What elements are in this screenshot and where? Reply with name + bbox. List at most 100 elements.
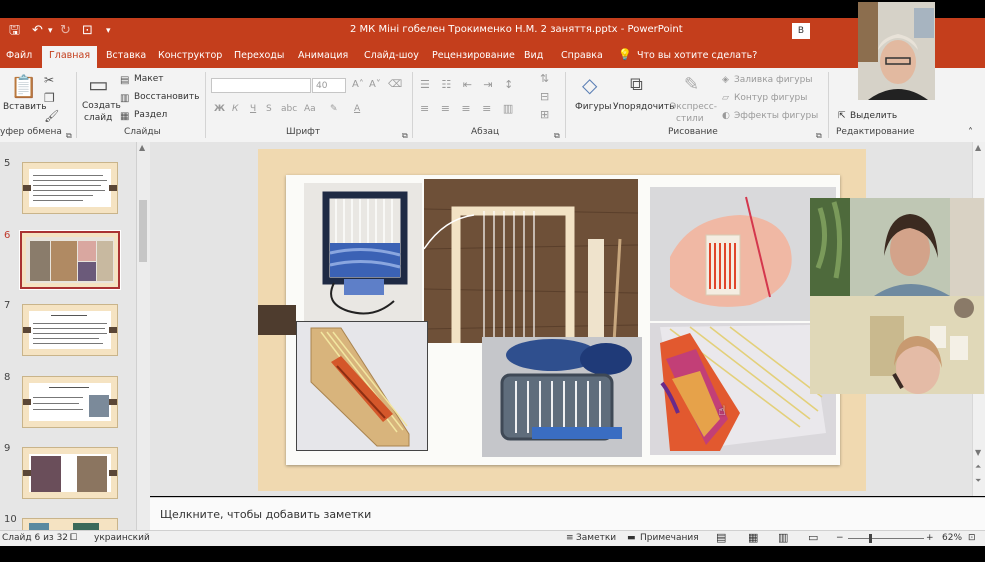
- clear-format-icon[interactable]: ⌫: [388, 79, 402, 90]
- collapse-ribbon-icon[interactable]: ˄: [968, 127, 973, 138]
- reading-view-icon[interactable]: ▥: [778, 531, 788, 544]
- thumbnail-scrollbar[interactable]: ▲: [136, 142, 150, 530]
- notes-toggle-button[interactable]: Заметки: [576, 533, 616, 543]
- window-control-button[interactable]: В: [792, 23, 810, 39]
- quick-styles-icon[interactable]: ✎: [684, 74, 699, 96]
- char-spacing-button[interactable]: abc: [281, 104, 297, 114]
- window-title: 2 МК Міні гобелен Трокименко Н.М. 2 заня…: [350, 24, 683, 35]
- paste-icon[interactable]: 📋: [10, 76, 37, 100]
- redo-icon[interactable]: ↻: [60, 23, 71, 39]
- comments-button[interactable]: Примечания: [640, 533, 699, 543]
- undo-dropdown-icon[interactable]: ▾: [48, 23, 53, 39]
- photo-cardboard-loom[interactable]: [296, 321, 428, 451]
- tab-home[interactable]: Главная: [42, 46, 98, 68]
- new-slide-icon[interactable]: ▭: [88, 74, 109, 98]
- tab-file[interactable]: Файл: [6, 50, 32, 61]
- tab-view[interactable]: Вид: [524, 50, 543, 61]
- next-slide-icon[interactable]: ⏷: [975, 476, 981, 486]
- increase-font-icon[interactable]: A˄: [352, 79, 364, 90]
- slide-thumbnail[interactable]: [22, 518, 118, 531]
- slide-thumbnail[interactable]: [22, 162, 118, 214]
- cut-icon[interactable]: ✂: [44, 72, 54, 88]
- slide-thumbnail[interactable]: [22, 304, 118, 356]
- zoom-out-icon[interactable]: −: [836, 533, 844, 543]
- language-indicator[interactable]: украинский: [94, 533, 150, 543]
- customize-toolbar-icon[interactable]: ▾: [106, 23, 111, 39]
- section-button[interactable]: Раздел: [134, 110, 167, 120]
- slide-thumbnail-selected[interactable]: [19, 230, 121, 290]
- ribbon-separator: [76, 72, 77, 138]
- thumbnail-content: [29, 169, 111, 207]
- shape-fill-button[interactable]: Заливка фигуры: [734, 75, 812, 85]
- smartart-icon[interactable]: ⊞: [540, 108, 553, 121]
- scroll-down-icon[interactable]: ▼: [975, 448, 981, 457]
- layout-button[interactable]: Макет: [134, 74, 164, 84]
- notes-pane[interactable]: Щелкните, чтобы добавить заметки: [150, 497, 985, 531]
- thumbnail-content: [29, 383, 111, 421]
- photo-wooden-frame[interactable]: [424, 179, 638, 343]
- scroll-up-icon[interactable]: ▲: [975, 143, 981, 152]
- photo-frame-loom[interactable]: [304, 183, 422, 323]
- arrange-button[interactable]: Упорядочить: [613, 102, 674, 112]
- tab-transitions[interactable]: Переходы: [234, 50, 284, 61]
- shapes-icon[interactable]: ◇: [582, 74, 597, 96]
- tab-review[interactable]: Рецензирование: [432, 50, 515, 61]
- shape-effects-button[interactable]: Эффекты фигуры: [734, 111, 818, 121]
- tab-animations[interactable]: Анимация: [298, 50, 348, 61]
- format-painter-icon[interactable]: 🖌: [44, 108, 59, 124]
- slideshow-view-icon[interactable]: ▭: [808, 531, 818, 544]
- thumbnail-scroll-thumb[interactable]: [139, 200, 147, 262]
- underline-button[interactable]: Ч: [250, 104, 256, 114]
- slide-sorter-icon[interactable]: ▦: [748, 531, 758, 544]
- slide-thumbnail[interactable]: [22, 447, 118, 499]
- tab-insert[interactable]: Вставка: [106, 50, 146, 61]
- strike-button[interactable]: S: [266, 104, 272, 114]
- change-case-button[interactable]: Аа: [304, 104, 316, 114]
- slide-thumbnail[interactable]: [22, 376, 118, 428]
- slide-canvas[interactable]: [258, 149, 866, 491]
- save-icon[interactable]: 🖫: [9, 23, 20, 39]
- highlight-icon[interactable]: ✎: [330, 104, 338, 114]
- italic-button[interactable]: К: [232, 104, 238, 114]
- quick-styles-button[interactable]: Экспресс-: [670, 102, 717, 112]
- spellcheck-icon[interactable]: ⧠: [70, 533, 77, 543]
- tab-help[interactable]: Справка: [561, 50, 603, 61]
- photo-matchbox-loom[interactable]: [650, 187, 836, 321]
- zoom-slider-thumb[interactable]: [868, 534, 872, 543]
- align-text-icon[interactable]: ⊟: [540, 90, 553, 103]
- shapes-button[interactable]: Фигуры: [575, 102, 611, 112]
- photo-tray-loom[interactable]: [482, 337, 642, 457]
- arrange-icon[interactable]: ⧉: [630, 74, 643, 96]
- reset-button[interactable]: Восстановить: [134, 92, 199, 102]
- paragraph-group-label: Абзац: [471, 127, 500, 137]
- prev-slide-icon[interactable]: ⏶: [975, 462, 981, 472]
- notes-placeholder[interactable]: Щелкните, чтобы добавить заметки: [160, 508, 371, 521]
- font-color-icon[interactable]: A: [354, 104, 360, 114]
- shape-outline-button[interactable]: Контур фигуры: [734, 93, 807, 103]
- paste-button[interactable]: Вставить: [3, 102, 47, 112]
- copy-icon[interactable]: ❐: [44, 90, 55, 106]
- tab-design[interactable]: Конструктор: [158, 50, 222, 61]
- start-slideshow-icon[interactable]: ⊡: [82, 23, 93, 39]
- bold-button[interactable]: Ж: [214, 104, 225, 114]
- decrease-font-icon[interactable]: A˅: [369, 79, 381, 90]
- zoom-in-icon[interactable]: +: [926, 533, 934, 543]
- photo-colorful-weaving[interactable]: [650, 323, 836, 455]
- font-name-combo[interactable]: [211, 78, 311, 93]
- undo-icon[interactable]: ↶: [32, 23, 43, 39]
- font-size-combo[interactable]: 40: [312, 78, 346, 93]
- normal-view-icon[interactable]: ▤: [716, 531, 726, 544]
- text-direction-icon[interactable]: ⇅: [540, 72, 553, 85]
- new-slide-dropdown[interactable]: слайд: [84, 113, 112, 123]
- quick-styles-dropdown[interactable]: стили: [676, 114, 704, 124]
- align-icons[interactable]: ≡ ≡ ≡ ≡ ▥: [420, 102, 517, 115]
- zoom-level[interactable]: 62%: [942, 533, 962, 543]
- select-button[interactable]: Выделить: [850, 111, 897, 121]
- fit-to-window-icon[interactable]: ⊡: [968, 533, 976, 543]
- new-slide-button[interactable]: Создать: [82, 101, 121, 111]
- list-icons[interactable]: ☰ ☷ ⇤ ⇥ ↕: [420, 78, 517, 91]
- tell-me-search[interactable]: Что вы хотите сделать?: [637, 50, 757, 61]
- tab-slideshow[interactable]: Слайд-шоу: [364, 50, 419, 61]
- zoom-slider-track[interactable]: [848, 538, 924, 539]
- screen-bottom-edge: [0, 546, 985, 562]
